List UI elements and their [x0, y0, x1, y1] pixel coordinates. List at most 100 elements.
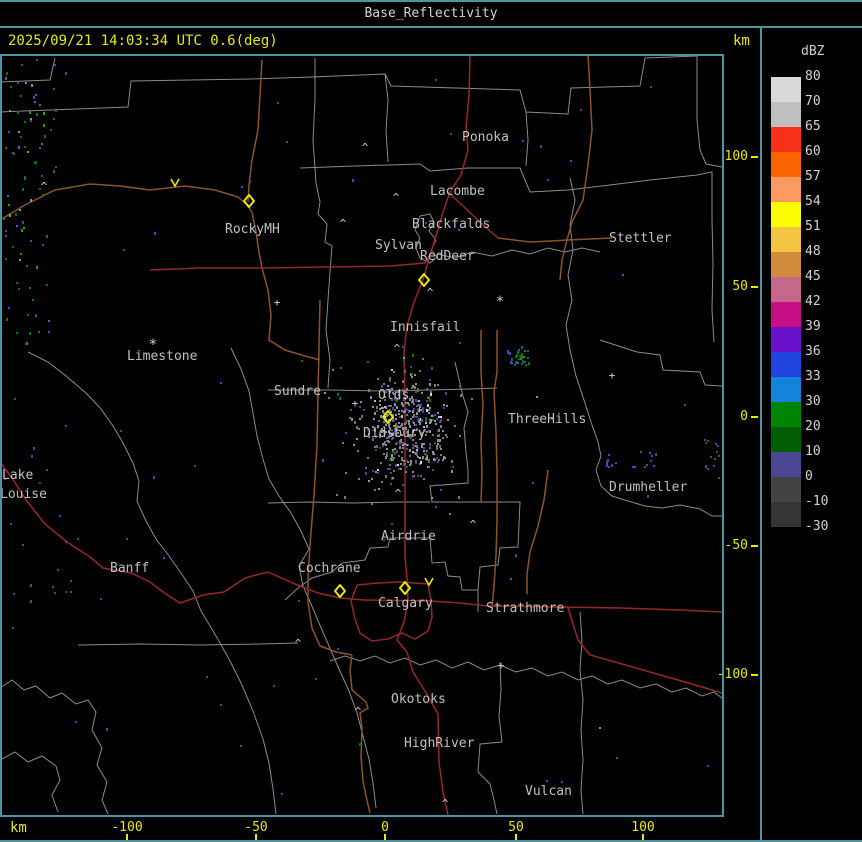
radar-echo-pixel — [24, 146, 26, 148]
radar-echo-pixel — [402, 346, 404, 348]
colorbar-swatch — [771, 502, 801, 527]
radar-echo-pixel — [39, 147, 41, 149]
radar-echo-pixel — [451, 470, 453, 473]
radar-echo-pixel — [16, 225, 18, 227]
radar-echo-pixel — [718, 455, 720, 457]
radar-echo-pixel — [6, 318, 8, 321]
radar-echo-pixel — [35, 94, 37, 96]
radar-echo-pixel — [100, 598, 102, 600]
radar-echo-pixel — [426, 409, 428, 412]
bottom-axis-tick-label: -50 — [244, 820, 268, 835]
radar-echo-pixel — [378, 420, 380, 422]
colorbar-swatch — [771, 352, 801, 377]
city-label-lacombe: Lacombe — [430, 184, 485, 199]
radar-echo-pixel — [439, 445, 441, 448]
radar-echo-pixel — [354, 421, 356, 424]
radar-echo-pixel — [521, 353, 523, 356]
radar-echo-pixel — [407, 409, 409, 411]
radar-echo-pixel — [395, 443, 397, 445]
radar-echo-pixel — [379, 447, 381, 449]
radar-echo-pixel — [384, 406, 386, 408]
radar-echo-pixel — [39, 104, 41, 106]
radar-echo-pixel — [439, 439, 441, 442]
radar-echo-pixel — [411, 373, 413, 375]
bottom-axis-tick-label: 50 — [508, 820, 524, 835]
radar-echo-pixel — [415, 383, 417, 385]
radar-echo-pixel — [57, 569, 59, 571]
radar-echo-pixel — [442, 459, 444, 461]
radar-echo-pixel — [418, 400, 420, 402]
radar-echo-pixel — [53, 118, 55, 120]
radar-echo-pixel — [29, 287, 31, 289]
city-label-louise: Louise — [2, 487, 47, 502]
info-bar: 2025/09/21 14:03:34 UTC 0.6(deg) km — [0, 28, 862, 54]
radar-echo-pixel — [376, 410, 378, 412]
radar-echo-pixel — [394, 382, 396, 384]
plus-marker-icon: + — [498, 659, 505, 672]
radar-echo-pixel — [328, 397, 330, 399]
radar-echo-pixel — [377, 472, 379, 474]
radar-echo-pixel — [379, 404, 381, 406]
radar-echo-pixel — [194, 465, 196, 467]
radar-echo-pixel — [406, 420, 408, 422]
radar-echo-pixel — [399, 443, 401, 445]
radar-echo-pixel — [522, 360, 524, 363]
radar-echo-pixel — [12, 627, 14, 629]
radar-echo-pixel — [345, 432, 347, 434]
city-label-airdrie: Airdrie — [381, 529, 436, 544]
radar-echo-pixel — [402, 484, 404, 486]
radar-echo-pixel — [394, 453, 396, 455]
radar-echo-pixel — [655, 453, 657, 456]
radar-map[interactable]: Ponoka Lacombe Blackfalds SylvanRedDeer Stet… — [2, 56, 722, 815]
radar-echo-pixel — [120, 430, 122, 432]
radar-echo-pixel — [651, 455, 653, 457]
radar-echo-pixel — [522, 140, 524, 142]
radar-echo-pixel — [437, 461, 439, 463]
radar-echo-pixel — [298, 600, 300, 602]
radar-echo-pixel — [410, 462, 412, 465]
radar-echo-pixel — [384, 441, 386, 443]
radar-echo-pixel — [423, 450, 425, 452]
radar-echo-pixel — [405, 408, 407, 410]
radar-echo-pixel — [398, 410, 400, 412]
radar-echo-pixel — [438, 434, 440, 437]
radar-echo-pixel — [382, 445, 384, 447]
radar-echo-pixel — [429, 379, 431, 381]
radar-echo-pixel — [357, 450, 359, 452]
caret-marker-icon: ^ — [41, 180, 48, 193]
colorbar-swatch — [771, 377, 801, 402]
radar-echo-pixel — [608, 454, 610, 456]
radar-echo-pixel — [429, 447, 431, 449]
secondary-highway — [251, 211, 263, 269]
caret-marker-icon: ^ — [395, 487, 402, 500]
radar-echo-pixel — [650, 86, 652, 88]
radar-echo-pixel — [507, 350, 509, 352]
radar-echo-pixel — [33, 96, 35, 99]
radar-echo-pixel — [419, 406, 421, 408]
radar-echo-pixel — [65, 425, 67, 427]
colorbar-tick-label: -30 — [805, 519, 829, 534]
city-label-olds: Olds — [378, 388, 409, 403]
colorbar-tick-label: 60 — [805, 144, 821, 159]
radar-echo-pixel — [358, 478, 360, 480]
radar-echo-pixel — [25, 82, 27, 84]
radar-echo-pixel — [389, 409, 391, 411]
right-axis-tick-mark — [751, 156, 758, 158]
radar-echo-pixel — [450, 133, 452, 135]
radar-echo-pixel — [19, 209, 21, 211]
radar-echo-pixel — [426, 450, 428, 452]
radar-echo-pixel — [428, 430, 430, 432]
radar-echo-pixel — [394, 403, 396, 406]
radar-echo-pixel — [401, 451, 403, 453]
radar-viewer-window: { "window": { "title": "Base_Reflectivit… — [0, 0, 862, 842]
radar-echo-pixel — [417, 456, 419, 458]
radar-echo-pixel — [342, 442, 344, 444]
radar-echo-pixel — [395, 418, 397, 420]
radar-echo-pixel — [436, 418, 438, 420]
radar-echo-pixel — [402, 447, 404, 449]
radar-echo-pixel — [608, 466, 610, 468]
radar-echo-pixel — [421, 392, 423, 394]
radar-echo-pixel — [454, 425, 456, 427]
radar-echo-pixel — [399, 447, 401, 449]
radar-echo-pixel — [707, 765, 709, 767]
